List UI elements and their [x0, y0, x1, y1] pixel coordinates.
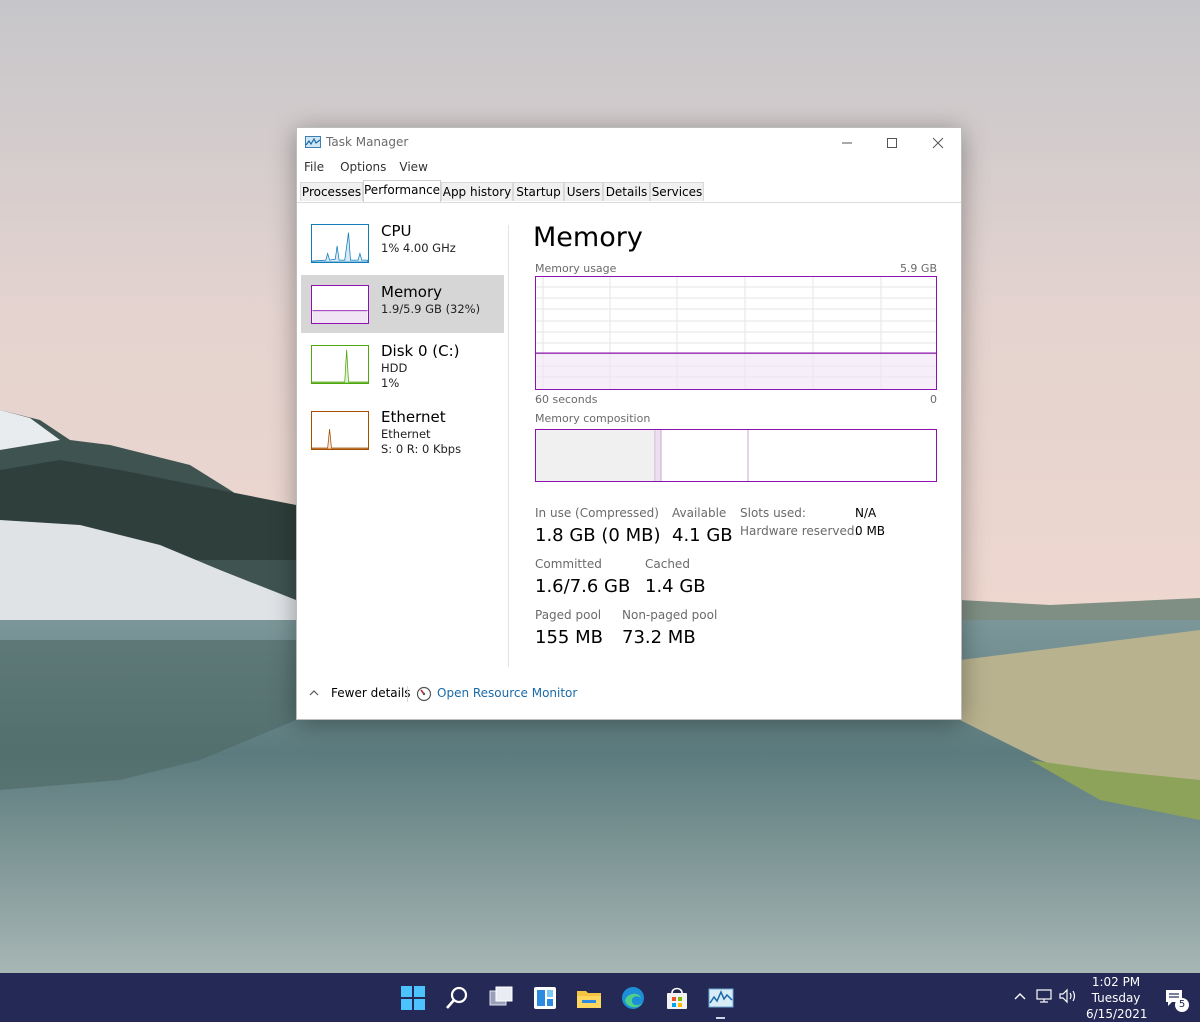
- hardware-reserved-label: Hardware reserved:: [740, 524, 859, 538]
- menu-file[interactable]: File: [297, 159, 331, 177]
- committed-label: Committed: [535, 557, 602, 571]
- show-hidden-icons-chevron-icon[interactable]: [1013, 991, 1027, 1001]
- sidebar-ethernet-title: Ethernet: [381, 408, 446, 426]
- memory-composition-label: Memory composition: [535, 412, 651, 425]
- clock-day[interactable]: Tuesday: [1086, 991, 1146, 1005]
- close-button[interactable]: [915, 128, 961, 158]
- time-axis-label: 60 seconds: [535, 393, 598, 406]
- slots-used-value: N/A: [855, 506, 877, 520]
- page-title: Memory: [533, 222, 643, 253]
- resource-monitor-icon: [416, 686, 432, 702]
- cached-value: 1.4 GB: [645, 576, 706, 597]
- sidebar-memory-title: Memory: [381, 283, 443, 301]
- clock-time[interactable]: 1:02 PM: [1086, 975, 1146, 989]
- menu-options[interactable]: Options: [331, 159, 393, 177]
- network-icon[interactable]: [1035, 988, 1053, 1004]
- sidebar-cpu-title: CPU: [381, 222, 412, 240]
- menu-view[interactable]: View: [393, 159, 434, 177]
- start-windows-icon[interactable]: [400, 985, 426, 1011]
- minimize-button[interactable]: [824, 128, 870, 158]
- sidebar-item-cpu[interactable]: CPU 1% 4.00 GHz: [301, 216, 504, 270]
- menu-bar: File Options View: [297, 159, 435, 177]
- tab-details[interactable]: Details: [603, 182, 650, 201]
- sidebar-ethernet-adapter: Ethernet: [381, 427, 431, 441]
- slots-used-label: Slots used:: [740, 506, 806, 520]
- sidebar-ethernet-value: S: 0 R: 0 Kbps: [381, 442, 462, 456]
- open-resource-monitor-link[interactable]: Open Resource Monitor: [437, 686, 577, 700]
- sidebar-item-disk[interactable]: Disk 0 (C:) HDD 1%: [301, 338, 504, 398]
- edge-browser-icon[interactable]: [620, 985, 646, 1011]
- tab-performance[interactable]: Performance: [363, 180, 441, 202]
- composition-in-use: [536, 430, 655, 481]
- clock-date[interactable]: 6/15/2021: [1086, 1007, 1148, 1021]
- task-view-icon[interactable]: [488, 985, 514, 1011]
- notification-count-badge: 5: [1175, 998, 1189, 1012]
- memory-usage-max: 5.9 GB: [899, 262, 937, 275]
- time-axis-end: 0: [930, 393, 937, 406]
- pane-divider: [508, 225, 509, 667]
- file-explorer-icon[interactable]: [576, 985, 602, 1011]
- non-paged-pool-label: Non-paged pool: [622, 608, 718, 622]
- cached-label: Cached: [645, 557, 690, 571]
- tab-bar: Processes Performance App history Startu…: [297, 180, 961, 203]
- search-icon[interactable]: [444, 985, 470, 1011]
- disk-thumbnail-graph: [311, 345, 369, 384]
- in-use-label: In use (Compressed): [535, 506, 659, 520]
- close-icon: [932, 137, 944, 149]
- fewer-details-button[interactable]: Fewer details: [331, 686, 411, 700]
- sidebar-disk-value: 1%: [381, 376, 400, 390]
- volume-icon[interactable]: [1058, 988, 1078, 1004]
- memory-usage-graph: [535, 276, 937, 390]
- tab-app-history[interactable]: App history: [441, 182, 513, 201]
- composition-modified: [656, 430, 661, 481]
- active-app-indicator: [716, 1017, 725, 1019]
- maximize-icon: [887, 138, 897, 148]
- footer-bar: Fewer details Open Resource Monitor: [297, 683, 961, 707]
- chevron-up-icon: [309, 690, 319, 696]
- committed-value: 1.6/7.6 GB: [535, 576, 631, 597]
- tab-processes[interactable]: Processes: [300, 182, 363, 201]
- minimize-icon: [842, 142, 852, 144]
- paged-pool-value: 155 MB: [535, 627, 603, 648]
- in-use-value: 1.8 GB (0 MB): [535, 525, 661, 546]
- task-manager-window: Task Manager File Options View Processes…: [296, 127, 962, 720]
- window-title: Task Manager: [326, 135, 409, 149]
- maximize-button[interactable]: [869, 128, 915, 158]
- paged-pool-label: Paged pool: [535, 608, 602, 622]
- hardware-reserved-value: 0 MB: [855, 524, 886, 538]
- sidebar-item-ethernet[interactable]: Ethernet Ethernet S: 0 R: 0 Kbps: [301, 404, 504, 460]
- non-paged-pool-value: 73.2 MB: [622, 627, 696, 648]
- memory-thumbnail-graph: [311, 285, 369, 324]
- footer-divider: [407, 686, 408, 702]
- task-manager-taskbar-icon[interactable]: [708, 985, 734, 1011]
- ethernet-thumbnail-graph: [311, 411, 369, 450]
- memory-usage-fill: [536, 353, 936, 389]
- title-bar[interactable]: Task Manager: [297, 128, 961, 158]
- task-manager-icon: [305, 136, 321, 148]
- taskbar: 1:02 PM Tuesday 6/15/2021 5: [0, 973, 1200, 1022]
- sidebar-disk-type: HDD: [381, 361, 408, 375]
- sidebar-cpu-value: 1% 4.00 GHz: [381, 241, 456, 255]
- tab-users[interactable]: Users: [564, 182, 603, 201]
- available-value: 4.1 GB: [672, 525, 733, 546]
- memory-composition-bar: [535, 429, 937, 482]
- tab-startup[interactable]: Startup: [513, 182, 564, 201]
- tab-services[interactable]: Services: [650, 182, 704, 201]
- available-label: Available: [672, 506, 727, 520]
- cpu-thumbnail-graph: [311, 224, 369, 263]
- sidebar-memory-value: 1.9/5.9 GB (32%): [381, 302, 481, 316]
- memory-usage-label: Memory usage: [535, 262, 617, 275]
- sidebar-disk-title: Disk 0 (C:): [381, 342, 460, 360]
- sidebar-item-memory[interactable]: Memory 1.9/5.9 GB (32%): [301, 275, 504, 333]
- microsoft-store-icon[interactable]: [664, 985, 690, 1011]
- widgets-icon[interactable]: [532, 985, 558, 1011]
